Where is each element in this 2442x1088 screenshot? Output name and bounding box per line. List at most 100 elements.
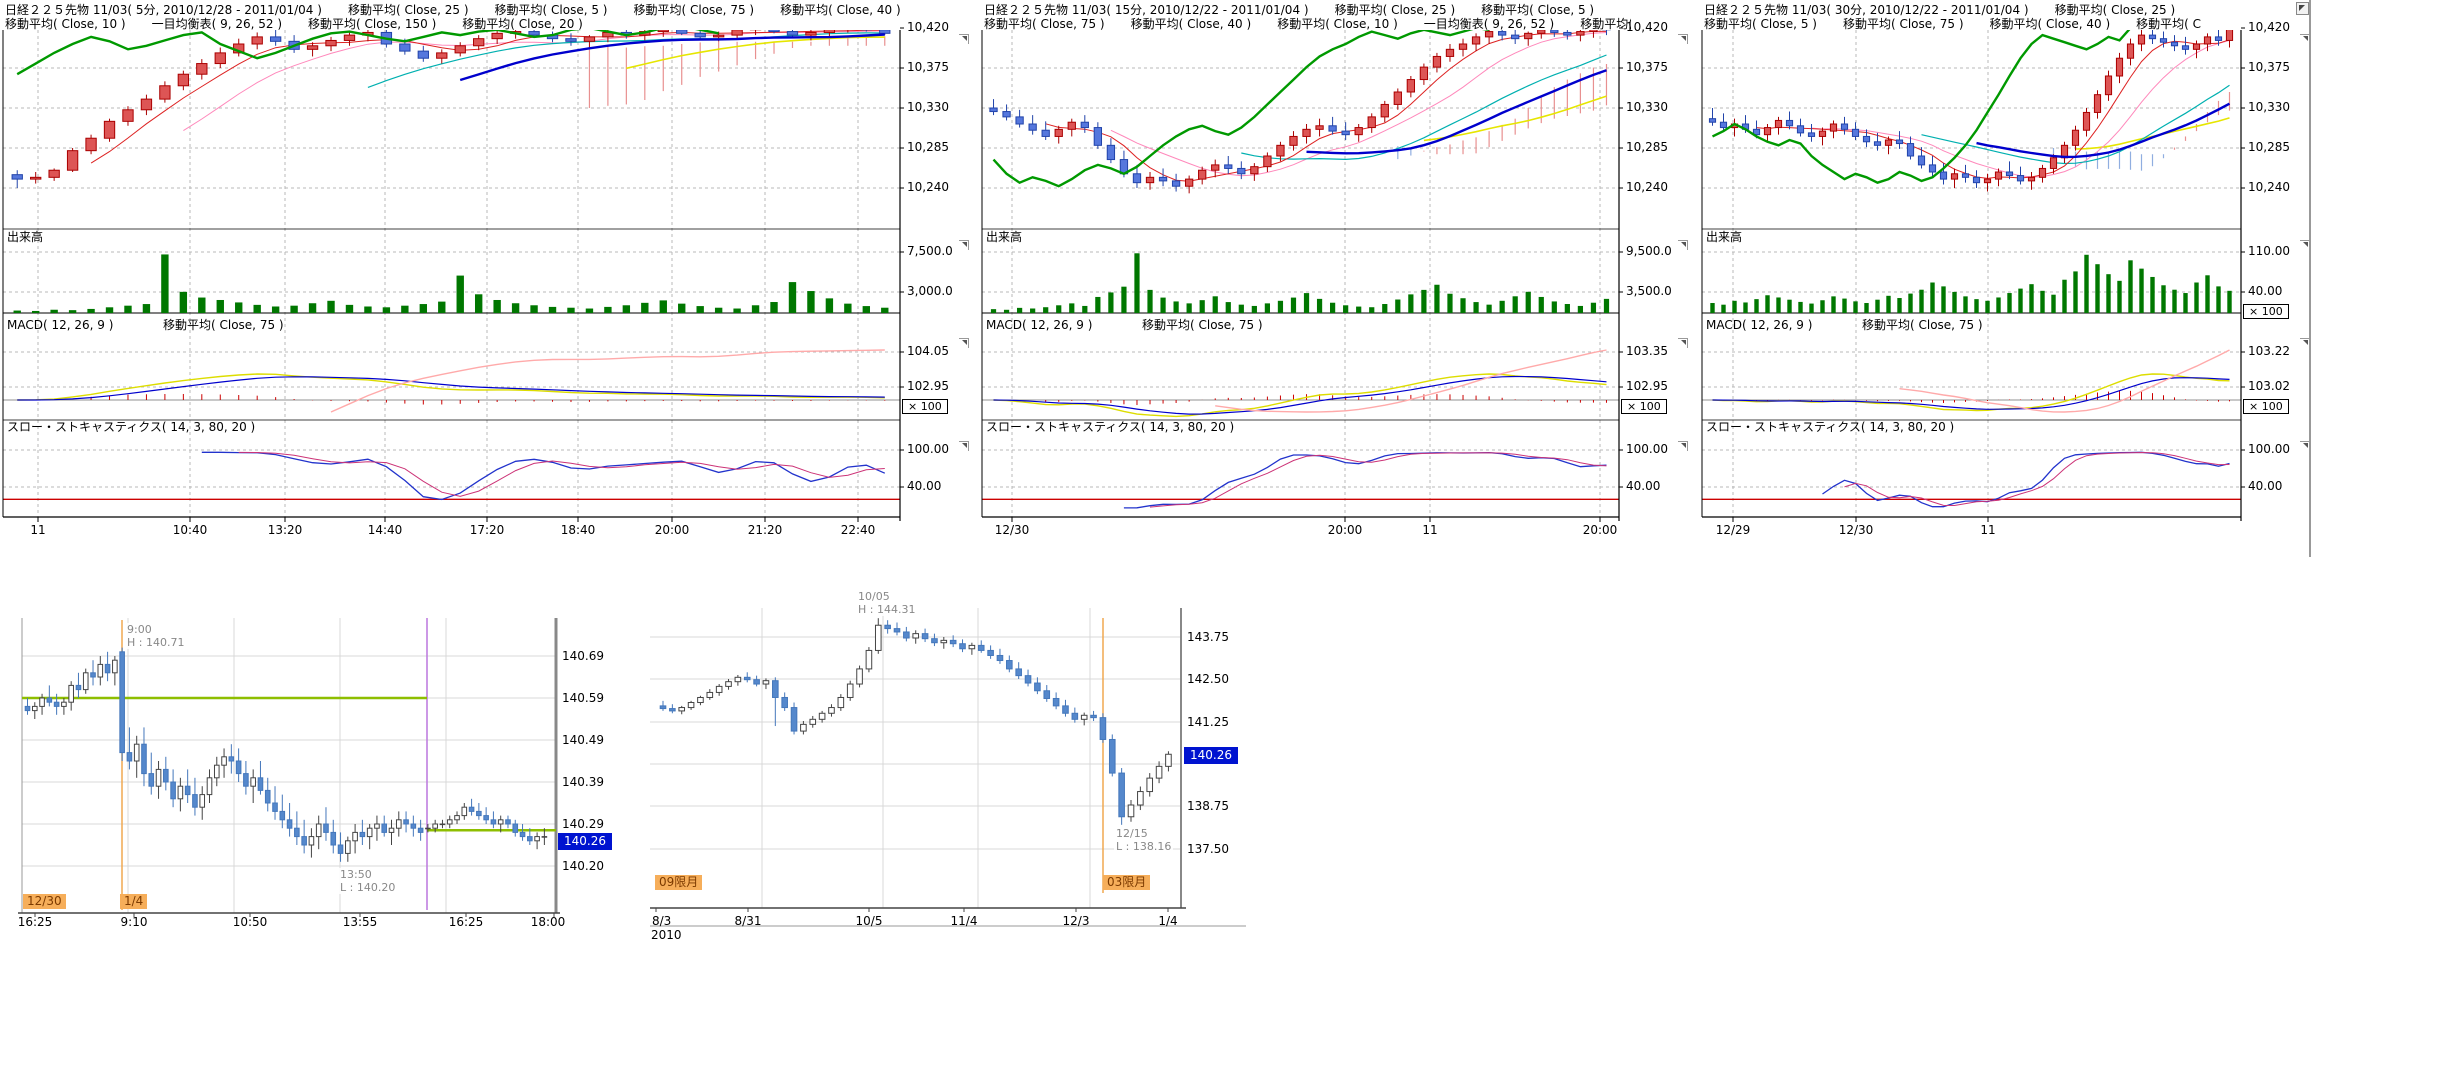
high-annotation: 9:00 H : 140.71	[125, 623, 186, 649]
panel-corner-icon[interactable]	[2300, 240, 2310, 250]
year-label: 2010	[651, 929, 682, 942]
x-tick-label: 12/30	[1839, 524, 1874, 537]
x-tick-label: 17:20	[470, 524, 505, 537]
panel-corner-icon[interactable]	[959, 240, 969, 250]
ma-legend-label: 移動平均( Close, 75 )	[984, 17, 1105, 31]
price-tick-label: 140.59	[562, 692, 604, 705]
x-tick-label: 1/4	[1158, 915, 1177, 928]
multiplier-badge: × 100	[2243, 304, 2289, 319]
ma-legend-label: 移動平均( Close, 5 )	[1704, 17, 1817, 31]
panel-corner-icon[interactable]	[2300, 441, 2310, 451]
chart-daily-plot-area[interactable]	[656, 608, 1181, 908]
low-annotation: 12/15 L : 138.16	[1114, 827, 1173, 853]
chart-5min-plot-area[interactable]	[3, 30, 897, 517]
volume-tick-label: 3,500.0	[1626, 285, 1672, 298]
macd-tick-label: 102.95	[1626, 380, 1668, 393]
panel-corner-icon[interactable]	[1678, 338, 1688, 348]
price-tick-label: 10,330	[907, 101, 949, 114]
stoch-panel-label: スロー・ストキャスティクス( 14, 3, 80, 20 )	[986, 421, 1234, 434]
ma-legend-label: 移動平均( Close, 40 )	[1990, 17, 2111, 31]
ma-legend-label: 一目均衡表( 9, 26, 52 )	[1424, 17, 1554, 31]
panel-corner-icon[interactable]	[959, 338, 969, 348]
x-tick-label: 13:55	[343, 916, 378, 929]
x-tick-label: 11	[30, 524, 45, 537]
ma-legend-label: 移動平均(	[1580, 17, 1631, 31]
chart-header-row2: 移動平均( Close, 5 )移動平均( Close, 75 )移動平均( C…	[1704, 15, 2253, 32]
panel-corner-icon[interactable]	[959, 441, 969, 451]
ma-legend-label: 移動平均( Close, 10 )	[1277, 17, 1398, 31]
macd-panel-label: MACD( 12, 26, 9 )	[7, 319, 113, 332]
stoch-tick-label: 100.00	[2248, 443, 2290, 456]
macd-panel-label: MACD( 12, 26, 9 )	[986, 319, 1092, 332]
price-tick-label: 140.29	[562, 818, 604, 831]
x-tick-label: 18:40	[561, 524, 596, 537]
ma-legend-label: 移動平均( Close, 150 )	[308, 17, 436, 31]
x-tick-label: 8/3	[652, 915, 671, 928]
x-tick-label: 21:20	[748, 524, 783, 537]
price-tick-label: 10,375	[907, 61, 949, 74]
stoch-panel-label: スロー・ストキャスティクス( 14, 3, 80, 20 )	[7, 421, 255, 434]
stoch-tick-label: 40.00	[907, 480, 941, 493]
price-tick-label: 10,240	[1626, 181, 1668, 194]
price-tick-label: 137.50	[1187, 843, 1229, 856]
multiplier-badge: × 100	[1621, 399, 1667, 414]
x-tick-label: 11/4	[951, 915, 978, 928]
panel-corner-icon[interactable]	[1678, 441, 1688, 451]
panel-corner-icon[interactable]	[2300, 34, 2310, 44]
date-badge: 12/30	[23, 894, 66, 909]
macd-ma-label: 移動平均( Close, 75 )	[163, 319, 284, 332]
high-annotation-value: H : 140.71	[127, 636, 184, 649]
date-badge: 1/4	[120, 894, 147, 909]
price-tick-label: 10,375	[2248, 61, 2290, 74]
high-annotation: 10/05 H : 144.31	[856, 590, 917, 616]
x-tick-label: 11	[1422, 524, 1437, 537]
last-price-badge: 140.26	[558, 833, 612, 850]
price-tick-label: 10,420	[2248, 21, 2290, 34]
stoch-panel-label: スロー・ストキャスティクス( 14, 3, 80, 20 )	[1706, 421, 1954, 434]
trading-app-window: × 100 × 100 × 100 × 100 12/30 1/4 140.26…	[0, 0, 2442, 1088]
price-tick-label: 10,240	[907, 181, 949, 194]
x-tick-label: 10/5	[856, 915, 883, 928]
macd-tick-label: 103.22	[2248, 345, 2290, 358]
macd-panel-label: MACD( 12, 26, 9 )	[1706, 319, 1812, 332]
price-tick-label: 10,375	[1626, 61, 1668, 74]
volume-tick-label: 7,500.0	[907, 245, 953, 258]
volume-panel-label: 出来高	[1706, 231, 1742, 244]
x-tick-label: 10:40	[173, 524, 208, 537]
panel-corner-icon[interactable]	[1678, 34, 1688, 44]
chart-header-row2: 移動平均( Close, 75 ) 移動平均( Close, 40 ) 移動平均( …	[984, 15, 1631, 32]
multiplier-badge: × 100	[2243, 399, 2289, 414]
panel-corner-icon[interactable]	[959, 34, 969, 44]
x-tick-label: 18:00	[531, 916, 566, 929]
chart-intraday-plot-area[interactable]	[22, 618, 556, 913]
low-annotation-value: L : 140.20	[340, 881, 395, 894]
ma-legend-label: 移動平均( Close, 20 )	[462, 17, 583, 31]
price-tick-label: 142.50	[1187, 673, 1229, 686]
price-tick-label: 140.49	[562, 734, 604, 747]
volume-tick-label: 3,000.0	[907, 285, 953, 298]
ma-legend-label: 移動平均( Close, 40 )	[1131, 17, 1252, 31]
low-annotation-value: L : 138.16	[1116, 840, 1171, 853]
price-tick-label: 143.75	[1187, 631, 1229, 644]
low-annotation-time: 13:50	[340, 868, 395, 881]
price-tick-label: 10,330	[1626, 101, 1668, 114]
stoch-tick-label: 100.00	[907, 443, 949, 456]
low-annotation-date: 12/15	[1116, 827, 1171, 840]
panel-corner-icon[interactable]	[2300, 338, 2310, 348]
x-tick-label: 10:50	[233, 916, 268, 929]
volume-tick-label: 110.00	[2248, 245, 2290, 258]
price-tick-label: 138.75	[1187, 800, 1229, 813]
panel-corner-icon[interactable]	[1678, 240, 1688, 250]
chart-30min-plot-area[interactable]	[1702, 30, 2238, 517]
macd-ma-label: 移動平均( Close, 75 )	[1862, 319, 1983, 332]
high-annotation-value: H : 144.31	[858, 603, 915, 616]
macd-tick-label: 103.35	[1626, 345, 1668, 358]
volume-panel-label: 出来高	[986, 231, 1022, 244]
volume-tick-label: 9,500.0	[1626, 245, 1672, 258]
macd-tick-label: 104.05	[907, 345, 949, 358]
macd-tick-label: 102.95	[907, 380, 949, 393]
price-tick-label: 10,285	[2248, 141, 2290, 154]
chart-15min-plot-area[interactable]	[982, 30, 1616, 517]
x-tick-label: 12/3	[1063, 915, 1090, 928]
low-annotation: 13:50 L : 140.20	[338, 868, 397, 894]
